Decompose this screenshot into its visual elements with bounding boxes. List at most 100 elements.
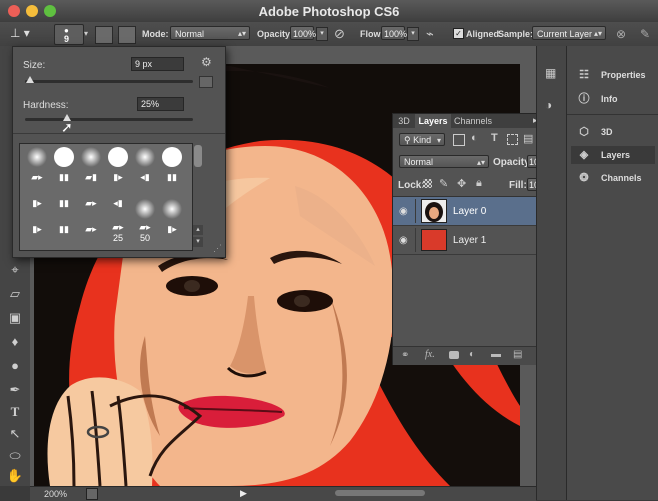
soft-round-brush[interactable]	[132, 198, 158, 220]
document-info-icon[interactable]	[86, 488, 98, 500]
opacity-input[interactable]: 100%	[290, 26, 316, 40]
type-tool-icon[interactable]: T	[5, 402, 25, 422]
soft-round-brush[interactable]	[159, 198, 185, 220]
tip-brush[interactable]: ▰▸	[78, 224, 104, 246]
tip-brush[interactable]: ◂▮	[105, 198, 131, 220]
filter-smart-object-icon[interactable]: ▤	[523, 132, 533, 145]
chevron-down-icon: ▴▾	[593, 29, 602, 38]
size-label: Size:	[23, 60, 46, 71]
dock-item-layers[interactable]: ◈ Layers	[571, 146, 655, 164]
filter-adjustment-icon[interactable]: ◐	[471, 132, 478, 144]
hard-round-brush[interactable]	[159, 146, 185, 168]
pressure-opacity-icon[interactable]: ⊘	[334, 26, 345, 42]
eye-icon[interactable]: ◉	[399, 235, 408, 246]
gear-icon[interactable]: ⚙	[201, 55, 212, 69]
tip-brush[interactable]: ▮▮	[159, 172, 185, 194]
toggle-brush-panel-icon[interactable]	[95, 26, 113, 44]
pen-icon[interactable]: ✒	[5, 380, 25, 400]
tab-layers[interactable]: Layers	[415, 114, 451, 128]
layer-style-icon[interactable]: fx.	[425, 349, 435, 360]
layer-name[interactable]: Layer 0	[453, 206, 486, 217]
soft-round-brush[interactable]	[24, 146, 50, 168]
lock-image-icon[interactable]: ✎	[439, 177, 448, 190]
flow-slider-caret-icon[interactable]: ▾	[407, 27, 419, 41]
tip-brush[interactable]: ▮▮	[51, 198, 77, 220]
eraser-icon[interactable]: ▱	[5, 284, 25, 304]
tip-brush[interactable]: ▮▸	[24, 224, 50, 246]
soft-round-brush[interactable]	[132, 146, 158, 168]
dock-item-3d[interactable]: ⬡ 3D	[571, 123, 655, 141]
tip-brush[interactable]: ▮▮	[51, 224, 77, 246]
blur-icon[interactable]: ♦	[5, 332, 25, 352]
filter-shape-icon[interactable]	[507, 134, 518, 145]
ellipse-shape-icon[interactable]: ⬭	[5, 446, 25, 466]
add-mask-icon[interactable]	[449, 351, 459, 359]
status-menu-arrow-icon[interactable]: ▶	[240, 488, 247, 499]
brush-size-50[interactable]: ▰▸ 50	[132, 222, 158, 244]
dock-item-info[interactable]: ⓘ Info	[571, 90, 655, 108]
scroll-up-icon[interactable]: ▴	[193, 225, 203, 235]
lock-transparent-icon[interactable]	[423, 179, 432, 188]
tab-3d[interactable]: 3D	[395, 114, 413, 128]
adjustment-layer-icon[interactable]: ◐	[469, 349, 475, 360]
presets-scrollbar-thumb[interactable]	[194, 145, 202, 167]
filter-type-icon[interactable]: T	[491, 132, 498, 144]
airbrush-icon[interactable]: ⌁	[426, 26, 434, 42]
aligned-checkbox[interactable]: ✓	[453, 28, 464, 39]
tip-brush[interactable]: ▮▸	[159, 224, 185, 246]
tip-brush[interactable]: ▰▮	[78, 172, 104, 194]
tab-channels[interactable]: Channels	[453, 114, 493, 128]
new-preset-icon[interactable]	[199, 76, 213, 88]
hard-round-brush[interactable]	[51, 146, 77, 168]
layer-name[interactable]: Layer 1	[453, 235, 486, 246]
tip-brush[interactable]: ◂▮	[132, 172, 158, 194]
dock-item-channels[interactable]: ❂ Channels	[571, 169, 655, 187]
new-layer-icon[interactable]: ▤	[513, 349, 522, 360]
filter-pixel-icon[interactable]	[453, 134, 465, 146]
brush-size-25[interactable]: ▰▸ 25	[105, 222, 131, 244]
tip-brush[interactable]: ▰▸	[78, 198, 104, 220]
flow-input[interactable]: 100%	[381, 26, 407, 40]
chevron-down-icon: ▴▾	[237, 29, 246, 38]
horizontal-scrollbar[interactable]	[335, 490, 425, 496]
zoom-level[interactable]: 200%	[44, 489, 67, 499]
dodge-icon[interactable]: ●	[5, 356, 25, 376]
hardness-input[interactable]: 25%	[137, 97, 184, 111]
size-slider[interactable]	[25, 76, 193, 83]
hardness-slider[interactable]	[25, 114, 193, 121]
brush-preset-picker[interactable]: ● 9	[54, 24, 84, 45]
tip-brush[interactable]: ▮▸	[105, 172, 131, 194]
new-group-icon[interactable]: ▬	[491, 349, 501, 360]
link-layers-icon[interactable]: ⚭	[401, 350, 409, 361]
opacity-slider-caret-icon[interactable]: ▾	[316, 27, 328, 41]
filter-kind-select[interactable]: ⚲ Kind ▾	[399, 133, 445, 146]
lock-all-icon[interactable]: 🔒︎	[476, 177, 482, 190]
mode-select[interactable]: Normal ▴▾	[170, 26, 250, 40]
sample-select[interactable]: Current Layer ▴▾	[532, 26, 606, 40]
lock-position-icon[interactable]: ✥	[457, 177, 466, 190]
adjustments-panel-icon[interactable]: ◑	[545, 98, 552, 112]
tip-brush[interactable]: ▰▸	[24, 172, 50, 194]
dock-item-properties[interactable]: ☷ Properties	[571, 66, 655, 84]
filter-kind-value: Kind	[413, 135, 432, 145]
blend-mode-select[interactable]: Normal ▴▾	[399, 155, 489, 168]
ignore-adjustment-layers-icon[interactable]: ⊗	[616, 27, 626, 41]
gradient-icon[interactable]: ▣	[5, 308, 25, 328]
history-brush-icon[interactable]: ⌖	[5, 260, 25, 280]
tip-brush[interactable]: ▮▸	[24, 198, 50, 220]
clone-stamp-tool-preset-icon[interactable]: ⊥ ▾	[10, 26, 36, 42]
size-input[interactable]: 9 px	[131, 57, 184, 71]
scroll-down-icon[interactable]: ▾	[193, 237, 203, 247]
pressure-size-icon[interactable]: ✎	[640, 27, 650, 41]
toggle-clone-source-panel-icon[interactable]	[118, 26, 136, 44]
tip-brush[interactable]: ▮▮	[51, 172, 77, 194]
hand-tool-icon[interactable]: ✋	[5, 466, 25, 486]
history-panel-icon[interactable]: ▦	[545, 66, 556, 80]
path-selection-icon[interactable]: ↖	[5, 424, 25, 444]
soft-round-brush[interactable]	[78, 146, 104, 168]
size-slider-thumb[interactable]	[26, 76, 35, 83]
eye-icon[interactable]: ◉	[399, 206, 408, 217]
hard-round-brush[interactable]	[105, 146, 131, 168]
resize-grip-icon[interactable]: ⋰	[213, 243, 222, 254]
brush-picker-caret-icon[interactable]: ▾	[84, 29, 88, 38]
